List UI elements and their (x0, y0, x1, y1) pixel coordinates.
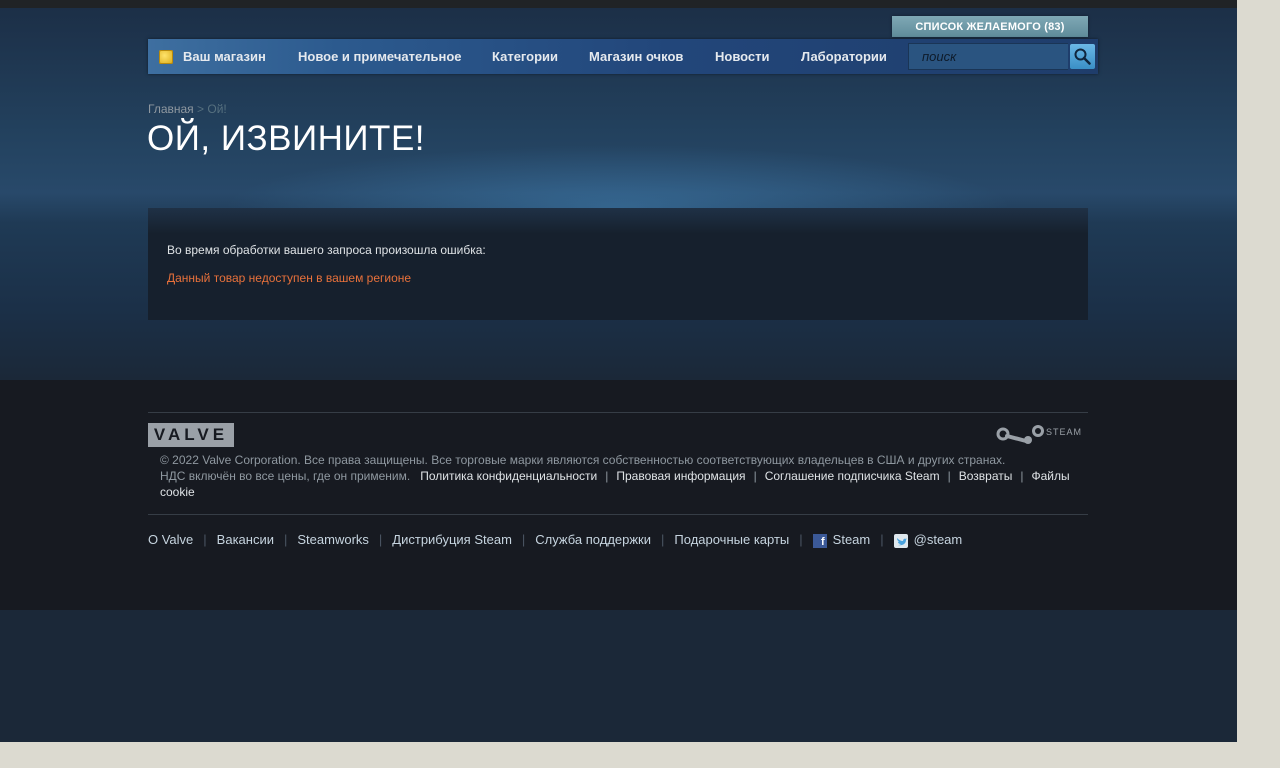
legal-info-link[interactable]: Правовая информация (616, 469, 745, 483)
footer-link-steam-distribution[interactable]: Дистрибуция Steam (392, 532, 512, 547)
twitter-icon (893, 533, 908, 548)
legal-text: © 2022 Valve Corporation. Все права защи… (160, 452, 1090, 500)
search-input[interactable]: поиск (908, 43, 1068, 70)
footer-divider-top (148, 412, 1088, 413)
steam-store-page: СПИСОК ЖЕЛАЕМОГО (83) Ваш магазин Новое … (0, 0, 1237, 742)
privacy-policy-link[interactable]: Политика конфиденциальности (420, 469, 597, 483)
page-title: ОЙ, ИЗВИНИТЕ! (147, 119, 426, 158)
footer-link-steamworks[interactable]: Steamworks (297, 532, 369, 547)
breadcrumb-current: Ой! (207, 102, 227, 116)
breadcrumb-separator: > (197, 102, 205, 116)
footer-link-gift-cards[interactable]: Подарочные карты (674, 532, 789, 547)
copyright-text: © 2022 Valve Corporation. Все права защи… (160, 453, 1006, 467)
footer-divider-bottom (148, 514, 1088, 515)
vat-text: НДС включён во все цены, где он применим… (160, 469, 411, 483)
steam-logo-text: STEAM (1046, 427, 1083, 437)
footer-link-twitter[interactable]: @steam (893, 532, 963, 548)
footer-link-facebook[interactable]: f Steam (812, 532, 871, 548)
twitter-label: @steam (913, 532, 963, 547)
breadcrumb-home[interactable]: Главная (148, 102, 194, 116)
facebook-label: Steam (832, 532, 871, 547)
steam-logo[interactable]: STEAM (996, 423, 1088, 447)
footer-link-support[interactable]: Служба поддержки (535, 532, 651, 547)
nav-news[interactable]: Новости (715, 39, 770, 74)
nav-points-shop[interactable]: Магазин очков (589, 39, 683, 74)
breadcrumb: Главная > Ой! (148, 102, 227, 116)
error-message: Данный товар недоступен в вашем регионе (167, 271, 412, 285)
refunds-link[interactable]: Возвраты (959, 469, 1013, 483)
valve-logo[interactable]: VALVE (148, 423, 234, 447)
footer-links: О Valve | Вакансии | Steamworks | Дистрибуц… (148, 532, 963, 548)
search-icon (1074, 48, 1091, 65)
wishlist-button[interactable]: СПИСОК ЖЕЛАЕМОГО (83) (892, 16, 1088, 37)
steam-logo-icon (996, 425, 1044, 444)
nav-your-store-label: Ваш магазин (183, 49, 266, 64)
nav-new-noteworthy[interactable]: Новое и примечательное (298, 39, 462, 74)
store-nav-bar: Ваш магазин Новое и примечательное Катег… (148, 39, 1098, 74)
facebook-icon: f (812, 533, 827, 548)
search-button[interactable] (1070, 44, 1095, 69)
store-icon (159, 49, 173, 64)
footer-link-about-valve[interactable]: О Valve (148, 532, 193, 547)
nav-your-store[interactable]: Ваш магазин (159, 39, 266, 74)
error-box: Во время обработки вашего запроса произо… (148, 208, 1088, 320)
nav-labs[interactable]: Лаборатории (801, 39, 887, 74)
error-intro: Во время обработки вашего запроса произо… (167, 243, 486, 257)
nav-categories[interactable]: Категории (492, 39, 558, 74)
subscriber-agreement-link[interactable]: Соглашение подписчика Steam (765, 469, 940, 483)
footer-link-jobs[interactable]: Вакансии (217, 532, 274, 547)
valve-logo-text: VALVE (153, 425, 229, 444)
